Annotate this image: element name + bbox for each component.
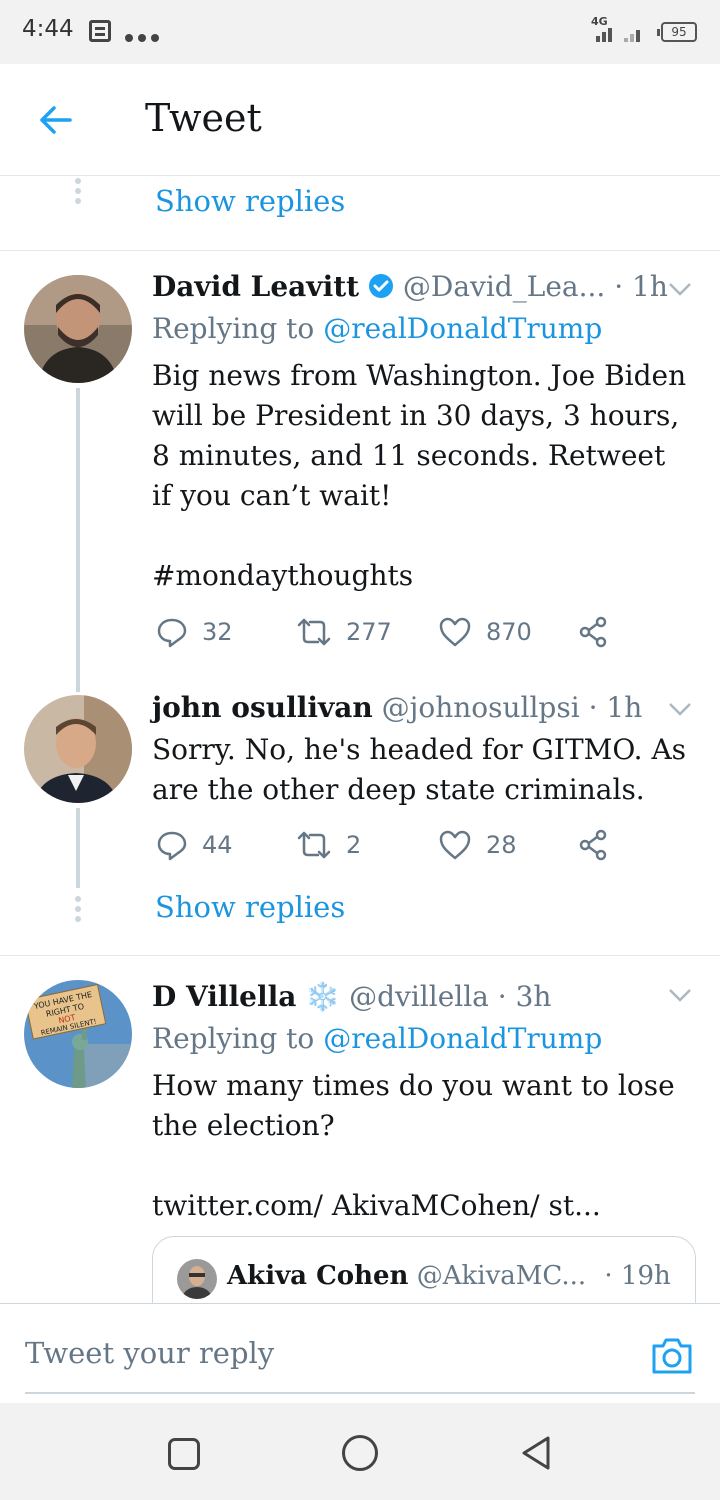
user-name[interactable]: D Villella — [152, 980, 296, 1013]
retweet-count: 277 — [346, 618, 392, 646]
reply-input[interactable]: Tweet your reply — [25, 1336, 274, 1370]
show-replies-link[interactable]: Show replies — [155, 890, 345, 924]
avatar[interactable]: YOU HAVE THE RIGHT TO NOT REMAIN SILENT! — [24, 980, 132, 1088]
avatar[interactable] — [24, 695, 132, 803]
battery-icon: 95 — [657, 22, 697, 42]
reply-icon — [157, 618, 187, 648]
system-nav-bar — [0, 1403, 720, 1500]
tweet-link[interactable]: twitter.com/ AkivaMCohen/ st... — [152, 1186, 692, 1226]
avatar — [177, 1259, 217, 1299]
share-button[interactable] — [578, 825, 624, 865]
reply-icon — [157, 831, 187, 861]
thread-line — [76, 808, 80, 888]
input-underline — [25, 1392, 695, 1394]
replying-prefix: Replying to — [152, 312, 315, 345]
status-bar: 4:44 4G 95 — [0, 0, 720, 64]
user-handle[interactable]: @David_Lea... — [403, 270, 605, 303]
home-icon[interactable] — [342, 1435, 378, 1471]
recent-apps-icon[interactable] — [168, 1438, 200, 1470]
retweet-button[interactable]: 2 — [296, 825, 361, 865]
replying-prefix: Replying to — [152, 1022, 315, 1055]
thread-dots — [75, 896, 81, 926]
tweet-time: · 1h — [614, 270, 668, 303]
reply-composer: Tweet your reply — [0, 1303, 720, 1403]
retweet-button[interactable]: 277 — [296, 612, 392, 652]
thread-line — [76, 388, 80, 692]
like-button[interactable]: 870 — [438, 612, 532, 652]
user-handle[interactable]: @dvillella — [349, 980, 489, 1013]
like-count: 870 — [486, 618, 532, 646]
verified-badge-icon — [368, 273, 394, 306]
heart-icon — [439, 830, 471, 860]
top-app-bar: Tweet — [0, 64, 720, 176]
avatar[interactable] — [24, 275, 132, 383]
user-handle[interactable]: @johnosullpsi — [382, 691, 580, 724]
tweet-header: D Villella ❄️ @dvillella · 3h — [152, 980, 551, 1013]
replying-to: Replying to @realDonaldTrump — [152, 312, 602, 345]
tweet-actions: 32 277 870 — [152, 612, 622, 652]
quoted-tweet-header: Akiva Cohen @AkivaMC... · 19h — [227, 1261, 671, 1291]
share-icon — [579, 616, 607, 648]
reply-button[interactable]: 32 — [156, 612, 233, 652]
thread-dots — [75, 178, 81, 208]
divider — [0, 955, 720, 956]
share-button[interactable] — [578, 612, 624, 652]
user-handle: @AkivaMC... — [416, 1261, 587, 1291]
tweet-header: john osullivan @johnosullpsi · 1h — [152, 691, 642, 724]
like-count: 28 — [486, 831, 517, 859]
tweet-time: · 3h — [497, 980, 552, 1013]
tweet-header: David Leavitt @David_Lea... · 1h — [152, 270, 668, 306]
heart-icon — [439, 617, 471, 647]
tweet-text: Sorry. No, he's headed for GITMO. As are… — [152, 733, 687, 806]
chevron-down-icon[interactable] — [668, 987, 692, 1002]
back-arrow-icon[interactable] — [36, 100, 76, 140]
reply-count: 32 — [202, 618, 233, 646]
user-name[interactable]: David Leavitt — [152, 270, 359, 303]
retweet-icon — [297, 618, 331, 646]
replying-to-link[interactable]: @realDonaldTrump — [323, 312, 602, 345]
like-button[interactable]: 28 — [438, 825, 517, 865]
camera-icon[interactable] — [650, 1334, 694, 1378]
replying-to-link[interactable]: @realDonaldTrump — [323, 1022, 602, 1055]
show-replies-link[interactable]: Show replies — [155, 184, 345, 218]
signal-icon — [594, 26, 654, 42]
chevron-down-icon[interactable] — [668, 701, 692, 716]
page-title: Tweet — [145, 96, 262, 140]
notification-icon — [89, 20, 111, 42]
status-time: 4:44 — [22, 16, 74, 42]
more-dots-icon — [125, 27, 164, 46]
retweet-icon — [297, 831, 331, 859]
divider — [0, 250, 720, 251]
user-name: Akiva Cohen — [227, 1261, 409, 1291]
user-name[interactable]: john osullivan — [152, 691, 373, 724]
replying-to: Replying to @realDonaldTrump — [152, 1022, 602, 1055]
hashtag-link[interactable]: #mondaythoughts — [152, 556, 692, 596]
tweet-text: Big news from Washington. Joe Biden will… — [152, 359, 687, 512]
tweet-actions: 44 2 28 — [152, 825, 622, 865]
chevron-down-icon[interactable] — [668, 281, 692, 296]
tweet-time: · 1h — [588, 691, 643, 724]
share-icon — [579, 829, 607, 861]
reply-count: 44 — [202, 831, 233, 859]
tweet-text: How many times do you want to lose the e… — [152, 1069, 675, 1142]
reply-button[interactable]: 44 — [156, 825, 233, 865]
retweet-count: 2 — [346, 831, 362, 859]
tweet-time: · 19h — [604, 1261, 671, 1291]
snowflake-icon: ❄️ — [305, 980, 341, 1013]
nav-back-icon[interactable] — [518, 1434, 554, 1472]
